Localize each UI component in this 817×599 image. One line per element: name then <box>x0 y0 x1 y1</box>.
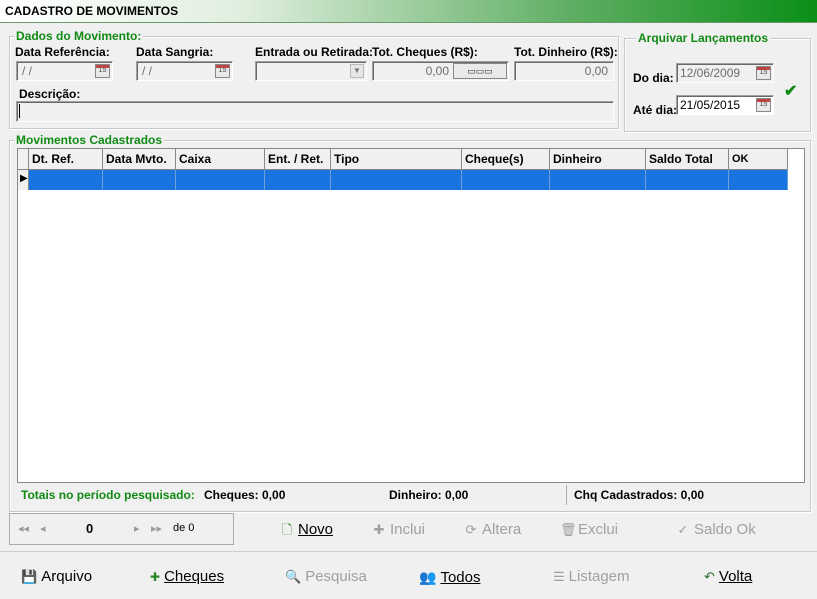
ate-dia-field[interactable]: 21/05/2015 15 <box>676 95 774 115</box>
calendar-icon[interactable]: 15 <box>756 98 771 112</box>
tot-dinheiro-field[interactable]: 0,00 <box>514 61 614 81</box>
row-indicator-header <box>18 149 29 170</box>
novo-button[interactable]: 🗋 Novo <box>280 518 333 542</box>
exclui-button[interactable]: 🗑Exclui <box>560 518 618 542</box>
search-icon: 🔍 <box>285 569 302 584</box>
table-cell[interactable] <box>331 170 462 190</box>
listagem-button[interactable]: ☰ Listagem <box>553 565 630 589</box>
new-document-icon: 🗋 <box>281 522 293 537</box>
table-cell[interactable] <box>265 170 331 190</box>
table-cell[interactable] <box>550 170 646 190</box>
data-sangria-field[interactable]: / / 15 <box>136 61 233 81</box>
volta-button[interactable]: ↶ Volta <box>704 565 752 589</box>
first-record-icon[interactable]: ◂◂ <box>18 522 29 535</box>
users-icon: 👥 <box>419 569 437 585</box>
column-header[interactable]: Dt. Ref. <box>29 149 103 170</box>
arquivar-group <box>624 38 811 132</box>
trash-icon: 🗑 <box>560 522 577 537</box>
table-cell[interactable] <box>646 170 729 190</box>
descricao-field[interactable] <box>16 101 614 122</box>
prev-record-icon[interactable]: ◂ <box>40 522 46 535</box>
window-title: CADASTRO DE MOVIMENTOS <box>5 4 179 18</box>
arquivar-legend: Arquivar Lançamentos <box>636 31 771 45</box>
do-dia-label: Do dia: <box>633 71 674 85</box>
movimentos-legend: Movimentos Cadastrados <box>14 133 165 147</box>
next-record-icon[interactable]: ▸ <box>134 522 140 535</box>
column-header[interactable]: Data Mvto. <box>103 149 176 170</box>
saldo-ok-button[interactable]: ✓ Saldo Ok <box>676 518 756 542</box>
descricao-label: Descrição: <box>19 87 81 101</box>
row-indicator[interactable]: ▶ <box>18 170 29 190</box>
altera-button[interactable]: ⟳ Altera <box>464 518 522 542</box>
totais-label: Totais no período pesquisado: <box>21 488 195 502</box>
totais-dinheiro: Dinheiro: 0,00 <box>389 488 469 502</box>
last-record-icon[interactable]: ▸▸ <box>151 522 162 535</box>
record-position: 0 <box>86 521 94 536</box>
column-header[interactable]: Cheque(s) <box>462 149 550 170</box>
cheques-button[interactable]: ✚ Cheques <box>150 565 224 589</box>
row-pointer-icon: ▶ <box>20 173 28 184</box>
table-cell[interactable] <box>462 170 550 190</box>
tot-cheques-label: Tot. Cheques (R$): <box>372 45 478 59</box>
separator <box>0 551 817 552</box>
chevron-down-icon[interactable]: ▼ <box>350 64 364 78</box>
column-header[interactable]: Ent. / Ret. <box>265 149 331 170</box>
ate-dia-label: Até dia: <box>633 103 678 117</box>
back-arrow-icon: ↶ <box>704 569 715 584</box>
arquivo-button[interactable]: 💾 Arquivo <box>21 565 92 589</box>
todos-button[interactable]: 👥 Todos <box>419 565 480 589</box>
movimentos-table[interactable]: Dt. Ref. Data Mvto. Caixa Ent. / Ret. Ti… <box>17 148 805 483</box>
data-referencia-field[interactable]: / / 15 <box>16 61 113 81</box>
dados-movimento-legend: Dados do Movimento: <box>14 29 144 43</box>
checkmark-icon[interactable]: ✔ <box>784 81 797 101</box>
text-cursor <box>19 104 20 118</box>
divider <box>566 485 567 505</box>
chq-cadastrados: Chq Cadastrados: 0,00 <box>574 488 705 502</box>
inclui-button[interactable]: ✚ Inclui <box>372 518 425 542</box>
cheque-icon[interactable]: ▭▭▭ <box>453 63 507 79</box>
column-header[interactable]: OK <box>729 149 788 170</box>
data-sangria-label: Data Sangria: <box>136 45 214 59</box>
pesquisa-button[interactable]: 🔍 Pesquisa <box>285 565 367 589</box>
column-header[interactable]: Dinheiro <box>550 149 646 170</box>
list-icon: ☰ <box>553 569 565 584</box>
tot-dinheiro-label: Tot. Dinheiro (R$): <box>514 45 618 59</box>
plus-icon: ✚ <box>373 522 385 537</box>
calendar-icon[interactable]: 15 <box>215 64 230 78</box>
check-icon: ✓ <box>677 522 689 537</box>
save-icon: 💾 <box>21 569 38 584</box>
plus-icon: ✚ <box>150 570 161 584</box>
table-cell[interactable] <box>29 170 103 190</box>
table-cell[interactable] <box>103 170 176 190</box>
column-header[interactable]: Saldo Total <box>646 149 729 170</box>
entrada-retirada-select[interactable]: ▼ <box>255 61 367 81</box>
record-navigator: ◂◂ ◂ 0 ▸ ▸▸ de 0 <box>9 513 234 545</box>
totais-cheques: Cheques: 0,00 <box>204 488 286 502</box>
refresh-icon: ⟳ <box>465 522 477 537</box>
table-cell[interactable] <box>176 170 265 190</box>
tot-cheques-field[interactable]: 0,00 ▭▭▭ <box>372 61 509 81</box>
record-count: de 0 <box>173 522 195 534</box>
calendar-icon[interactable]: 15 <box>756 66 771 80</box>
table-cell[interactable] <box>729 170 788 190</box>
do-dia-field[interactable]: 12/06/2009 15 <box>676 63 774 83</box>
calendar-icon[interactable]: 15 <box>95 64 110 78</box>
column-header[interactable]: Caixa <box>176 149 265 170</box>
entrada-retirada-label: Entrada ou Retirada: <box>255 45 374 59</box>
column-header[interactable]: Tipo <box>331 149 462 170</box>
data-referencia-label: Data Referência: <box>15 45 110 59</box>
window-titlebar: CADASTRO DE MOVIMENTOS <box>0 0 817 23</box>
